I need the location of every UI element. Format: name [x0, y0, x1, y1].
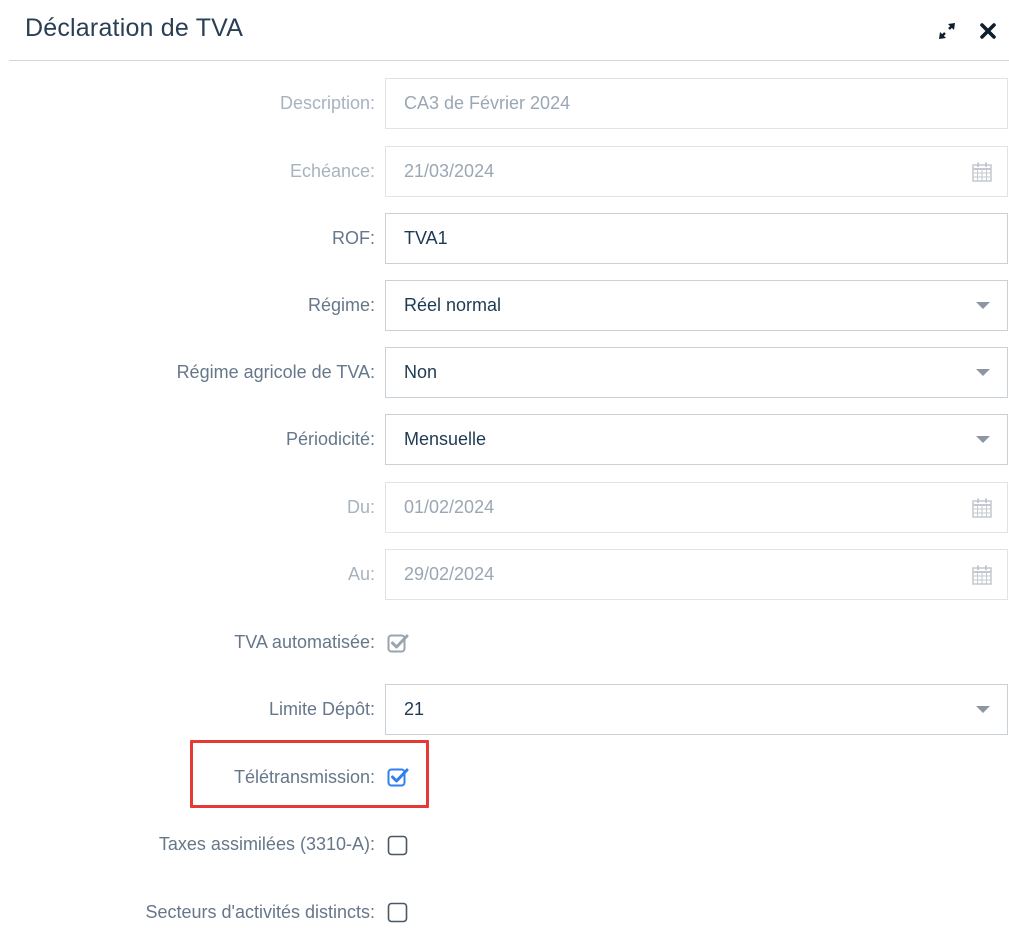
- caret-down-icon: [976, 302, 990, 309]
- calendar-icon: [971, 497, 993, 519]
- tva-auto-checkbox: [387, 632, 409, 654]
- au-input: 29/02/2024: [385, 549, 1008, 600]
- echeance-label: Echéance:: [289, 161, 375, 181]
- au-value: 29/02/2024: [404, 564, 495, 584]
- secteurs-checkbox[interactable]: [387, 901, 409, 923]
- regime-agricole-label: Régime agricole de TVA:: [176, 362, 375, 382]
- regime-agricole-select[interactable]: Non: [385, 347, 1008, 398]
- taxes-assimilees-checkbox[interactable]: [387, 834, 409, 856]
- regime-select[interactable]: Réel normal: [385, 280, 1008, 331]
- periodicite-label: Périodicité:: [285, 429, 375, 449]
- description-label: Description:: [279, 93, 375, 113]
- taxes-assimilees-label: Taxes assimilées (3310-A):: [158, 834, 375, 854]
- au-label: Au:: [347, 564, 375, 584]
- limite-depot-select[interactable]: 21: [385, 684, 1008, 735]
- du-label: Du:: [346, 497, 375, 517]
- regime-label: Régime:: [307, 295, 375, 315]
- periodicite-select[interactable]: Mensuelle: [385, 414, 1008, 465]
- close-icon[interactable]: [977, 20, 999, 42]
- dialog-header: Déclaration de TVA: [0, 0, 1009, 62]
- rof-label: ROF:: [332, 228, 375, 248]
- calendar-icon: [971, 161, 993, 183]
- header-divider: [9, 60, 1009, 61]
- description-input: CA3 de Février 2024: [385, 78, 1008, 129]
- expand-icon[interactable]: [936, 20, 958, 42]
- teletransmission-checkbox[interactable]: [387, 766, 409, 788]
- rof-value: TVA1: [404, 228, 448, 248]
- dialog-title: Déclaration de TVA: [25, 14, 244, 42]
- regime-agricole-value: Non: [404, 362, 438, 382]
- description-value: CA3 de Février 2024: [404, 93, 571, 113]
- limite-depot-label: Limite Dépôt:: [268, 699, 375, 719]
- echeance-value: 21/03/2024: [404, 161, 495, 181]
- echeance-input: 21/03/2024: [385, 146, 1008, 197]
- secteurs-label: Secteurs d'activités distincts:: [145, 902, 375, 922]
- du-value: 01/02/2024: [404, 497, 495, 517]
- periodicite-value: Mensuelle: [404, 429, 487, 449]
- du-input: 01/02/2024: [385, 482, 1008, 533]
- tva-auto-label: TVA automatisée:: [234, 632, 375, 652]
- caret-down-icon: [976, 706, 990, 713]
- caret-down-icon: [976, 436, 990, 443]
- calendar-icon: [971, 564, 993, 586]
- caret-down-icon: [976, 369, 990, 376]
- teletransmission-label: Télétransmission:: [233, 767, 375, 787]
- regime-value: Réel normal: [404, 295, 502, 315]
- rof-input[interactable]: TVA1: [385, 213, 1008, 264]
- limite-depot-value: 21: [404, 699, 425, 719]
